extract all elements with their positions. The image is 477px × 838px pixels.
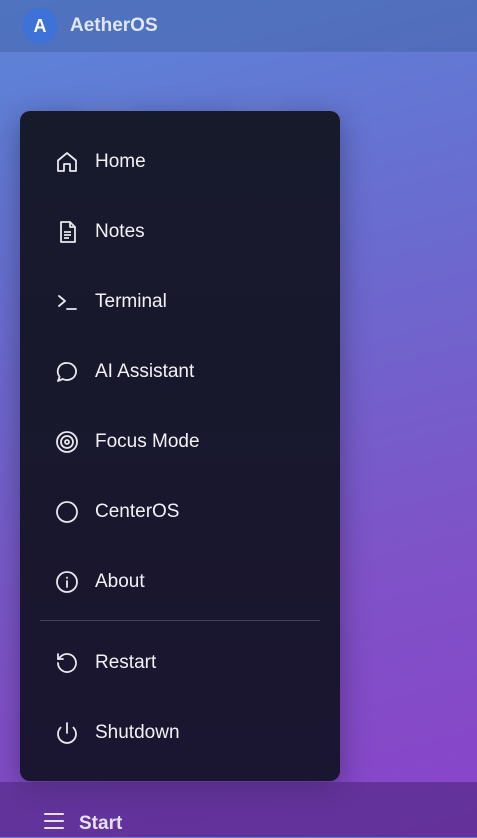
menu-item-label: Notes <box>95 221 145 242</box>
avatar[interactable]: A <box>22 8 58 44</box>
menu-item-focus-mode[interactable]: Focus Mode <box>20 407 340 477</box>
terminal-icon <box>54 289 80 315</box>
app-title: AetherOS <box>70 15 158 36</box>
avatar-letter: A <box>33 15 47 36</box>
menu-divider <box>40 620 320 621</box>
menu-item-label: CenterOS <box>95 501 180 522</box>
menu-icon <box>42 809 66 838</box>
menu-item-label: Shutdown <box>95 722 180 743</box>
top-bar: A AetherOS <box>0 0 477 53</box>
menu-item-label: Restart <box>95 652 157 673</box>
menu-item-label: About <box>95 571 145 592</box>
notes-icon <box>54 219 80 245</box>
menu-item-about[interactable]: About <box>20 547 340 617</box>
taskbar: Start <box>0 782 477 837</box>
menu-item-ai-assistant[interactable]: AI Assistant <box>20 337 340 407</box>
menu-item-label: AI Assistant <box>95 361 195 382</box>
home-icon <box>54 149 80 175</box>
target-icon <box>54 429 80 455</box>
menu-item-home[interactable]: Home <box>20 127 340 197</box>
info-icon <box>54 569 80 595</box>
menu-item-label: Terminal <box>95 291 167 312</box>
menu-item-label: Home <box>95 151 146 172</box>
circle-icon <box>54 499 80 525</box>
menu-item-terminal[interactable]: Terminal <box>20 267 340 337</box>
menu-item-shutdown[interactable]: Shutdown <box>20 698 340 768</box>
start-button[interactable]: Start <box>42 809 122 838</box>
start-menu: Home Notes Terminal AI Assistant Focus M… <box>20 111 340 781</box>
start-label: Start <box>79 812 123 834</box>
chat-icon <box>54 359 80 385</box>
restart-icon <box>54 650 80 676</box>
menu-item-label: Focus Mode <box>95 431 200 452</box>
menu-item-notes[interactable]: Notes <box>20 197 340 267</box>
power-icon <box>54 720 80 746</box>
menu-item-restart[interactable]: Restart <box>20 628 340 698</box>
menu-item-centeros[interactable]: CenterOS <box>20 477 340 547</box>
